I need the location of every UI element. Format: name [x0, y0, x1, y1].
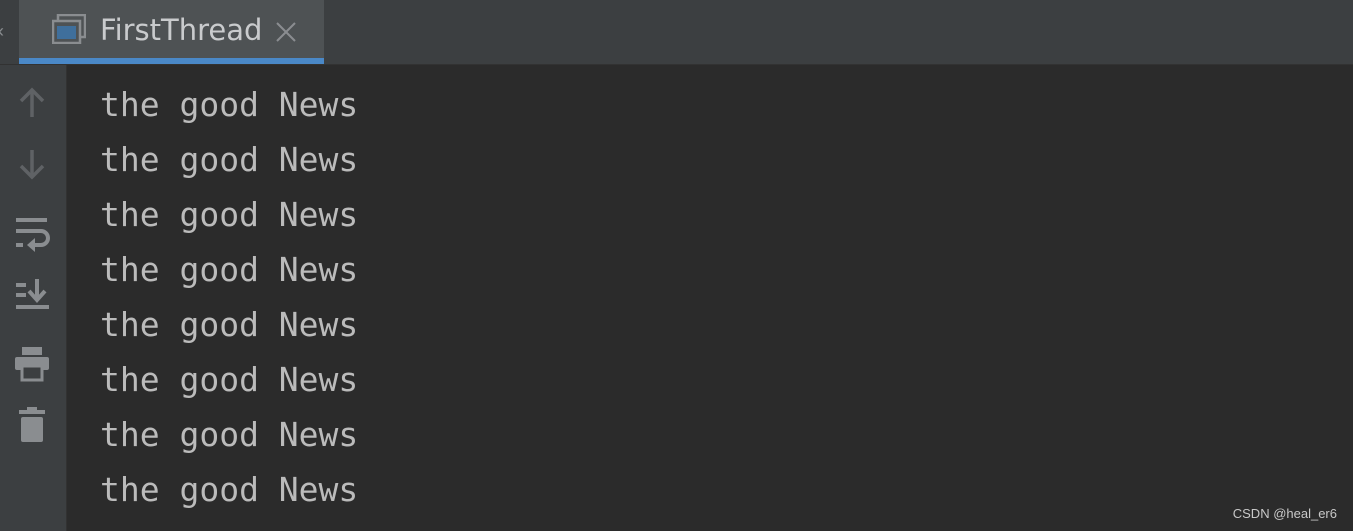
- close-icon[interactable]: [274, 20, 298, 44]
- tab-overflow-icon[interactable]: ‹: [0, 22, 4, 40]
- trash-icon[interactable]: [13, 405, 53, 445]
- console-line: the good News: [100, 470, 359, 509]
- tab-firstthread[interactable]: FirstThread: [19, 0, 324, 64]
- console-line: the good News: [100, 415, 359, 454]
- soft-wrap-icon[interactable]: [13, 213, 53, 253]
- up-arrow-icon[interactable]: [13, 82, 53, 122]
- run-tool-window: ‹ FirstThread: [0, 0, 1353, 531]
- active-tab-indicator: [19, 58, 324, 64]
- console-line: the good News: [100, 360, 359, 399]
- console-line: the good News: [100, 195, 359, 234]
- console-line: the good News: [100, 85, 359, 124]
- console-line: the good News: [100, 305, 359, 344]
- console-line: the good News: [100, 140, 359, 179]
- console-output[interactable]: the good News the good News the good New…: [67, 65, 1353, 531]
- scroll-to-end-icon[interactable]: [13, 275, 53, 315]
- console-line: the good News: [100, 250, 359, 289]
- down-arrow-icon[interactable]: [13, 145, 53, 185]
- watermark: CSDN @heal_er6: [1232, 506, 1337, 521]
- console-toolbar: [0, 65, 67, 531]
- print-icon[interactable]: [13, 344, 53, 384]
- tab-title: FirstThread: [100, 13, 263, 47]
- console-window-icon: [51, 13, 87, 45]
- tab-bar: ‹ FirstThread: [0, 0, 1353, 65]
